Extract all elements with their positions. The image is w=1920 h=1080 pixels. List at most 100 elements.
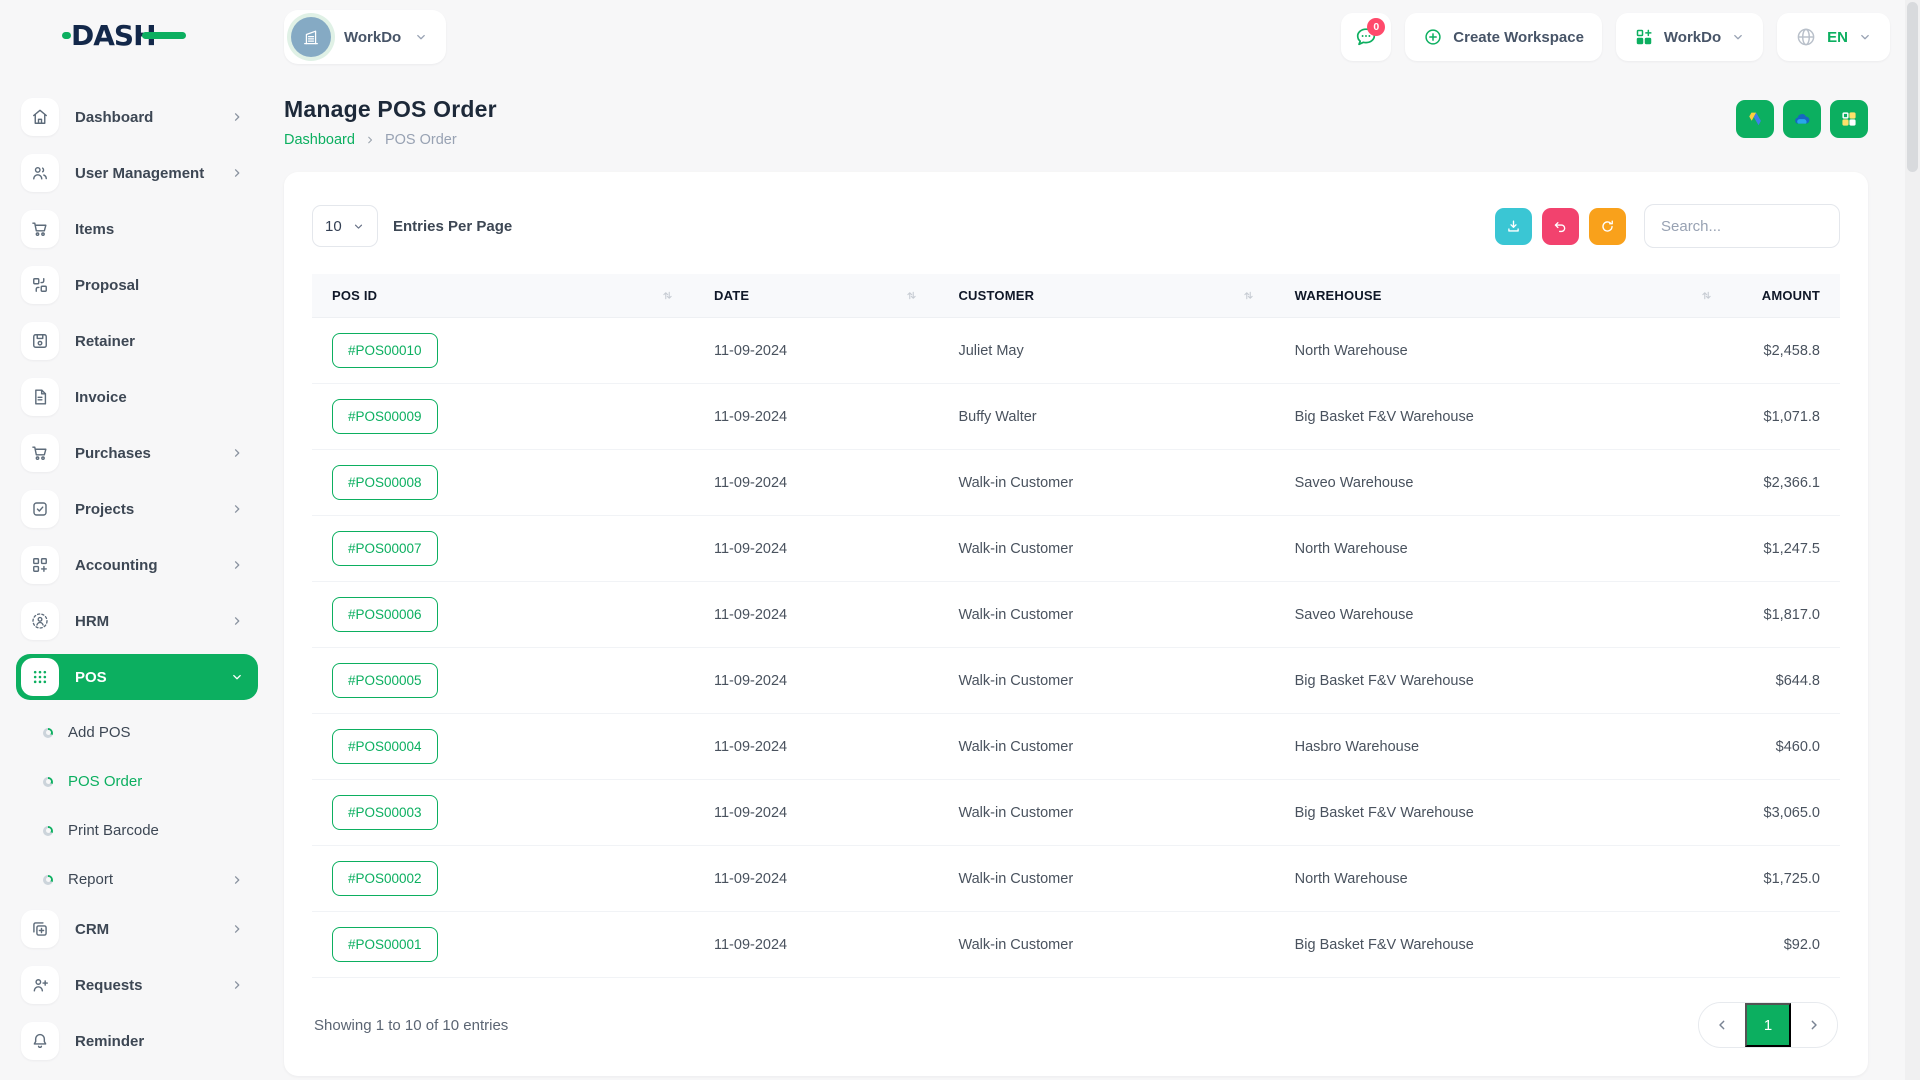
undo-button[interactable] [1542,208,1579,245]
table-row: #POS00005 11-09-2024 Walk-in Customer Bi… [312,648,1840,714]
google-drive-button[interactable] [1736,100,1774,138]
column-header-pos-id[interactable]: POS ID [312,274,694,318]
pos-id-link[interactable]: #POS00007 [332,531,438,566]
sidebar-subitem-print-barcode[interactable]: Print Barcode [16,808,258,853]
chevron-right-icon [230,978,244,992]
topbar: DASH WorkDo 0 Create Workspace WorkDo EN [0,0,1920,74]
column-header-warehouse[interactable]: WAREHOUSE [1275,274,1733,318]
column-header-date[interactable]: DATE [694,274,938,318]
create-workspace-button[interactable]: Create Workspace [1405,13,1602,61]
pos-id-link[interactable]: #POS00003 [332,795,438,830]
sort-icon[interactable] [905,289,918,302]
cell-customer: Walk-in Customer [938,450,1274,516]
cell-amount: $1,071.8 [1733,384,1840,450]
apps-button[interactable] [1830,100,1868,138]
cell-warehouse: Big Basket F&V Warehouse [1275,648,1733,714]
sidebar-item-items[interactable]: Items [16,206,258,252]
pos-id-link[interactable]: #POS00002 [332,861,438,896]
refresh-icon [1599,218,1616,235]
chevron-right-icon [230,110,244,124]
pagination-next-button[interactable] [1791,1003,1837,1047]
breadcrumb-dashboard-link[interactable]: Dashboard [284,132,355,148]
accounting-icon [21,546,59,584]
search-input[interactable] [1644,204,1840,248]
sidebar-item-hrm[interactable]: HRM [16,598,258,644]
sort-icon[interactable] [661,289,674,302]
onedrive-icon [1792,109,1812,129]
language-selector[interactable]: EN [1777,13,1890,61]
cell-date: 11-09-2024 [694,780,938,846]
cell-amount: $644.8 [1733,648,1840,714]
cell-amount: $3,065.0 [1733,780,1840,846]
refresh-button[interactable] [1589,208,1626,245]
table-row: #POS00010 11-09-2024 Juliet May North Wa… [312,318,1840,384]
chevron-right-icon [364,134,376,146]
pos-id-link[interactable]: #POS00010 [332,333,438,368]
sidebar-item-retainer[interactable]: Retainer [16,318,258,364]
sidebar-subitem-add-pos[interactable]: Add POS [16,710,258,755]
cell-date: 11-09-2024 [694,912,938,978]
main-content: Manage POS Order Dashboard POS Order 10 … [284,96,1868,1076]
sidebar-item-pos[interactable]: POS [16,654,258,700]
sidebar-subitem-report[interactable]: Report [16,857,258,902]
cell-amount: $2,366.1 [1733,450,1840,516]
sidebar-item-projects[interactable]: Projects [16,486,258,532]
sort-icon[interactable] [1242,289,1255,302]
pos-id-link[interactable]: #POS00004 [332,729,438,764]
page-title: Manage POS Order [284,96,497,123]
sidebar-subitem-pos-order[interactable]: POS Order [16,759,258,804]
workspace-switcher[interactable]: WorkDo [284,10,446,64]
pos-id-link[interactable]: #POS00009 [332,399,438,434]
sidebar-item-proposal[interactable]: Proposal [16,262,258,308]
export-button[interactable] [1495,208,1532,245]
grid-plus-icon [1634,27,1654,47]
table-row: #POS00004 11-09-2024 Walk-in Customer Ha… [312,714,1840,780]
sidebar-item-label: Retainer [75,333,135,350]
cell-customer: Walk-in Customer [938,912,1274,978]
column-header-amount[interactable]: AMOUNT [1733,274,1840,318]
pagination-page-1[interactable]: 1 [1745,1003,1791,1047]
workdo-menu-button[interactable]: WorkDo [1616,13,1763,61]
entries-per-page-select[interactable]: 10 [312,205,378,247]
table-row: #POS00006 11-09-2024 Walk-in Customer Sa… [312,582,1840,648]
sidebar-nav: Dashboard User Management Items Proposal… [16,94,258,1064]
pos-id-link[interactable]: #POS00008 [332,465,438,500]
requests-icon [21,966,59,1004]
chevron-right-icon [230,922,244,936]
chevron-down-icon [414,30,428,44]
sidebar-item-invoice[interactable]: Invoice [16,374,258,420]
pos-id-link[interactable]: #POS00005 [332,663,438,698]
cell-date: 11-09-2024 [694,582,938,648]
column-header-customer[interactable]: CUSTOMER [938,274,1274,318]
sidebar-item-label: HRM [75,613,109,630]
sidebar-item-purchases[interactable]: Purchases [16,430,258,476]
sidebar-item-label: Projects [75,501,134,518]
page-scrollbar[interactable] [1905,0,1920,1080]
pos-id-link[interactable]: #POS00006 [332,597,438,632]
breadcrumb-current: POS Order [385,132,457,148]
entries-per-page-label: Entries Per Page [393,218,512,235]
pagination-prev-button[interactable] [1699,1003,1745,1047]
chevron-right-icon [1806,1017,1822,1033]
crm-icon [21,910,59,948]
cell-warehouse: Big Basket F&V Warehouse [1275,780,1733,846]
sidebar-item-dashboard[interactable]: Dashboard [16,94,258,140]
sort-icon[interactable] [1700,289,1713,302]
messages-badge: 0 [1367,18,1385,36]
cell-warehouse: Hasbro Warehouse [1275,714,1733,780]
sidebar-item-accounting[interactable]: Accounting [16,542,258,588]
messages-button[interactable]: 0 [1341,13,1391,61]
onedrive-button[interactable] [1783,100,1821,138]
sidebar-item-requests[interactable]: Requests [16,962,258,1008]
sidebar-item-label: Invoice [75,389,127,406]
sidebar-item-label: CRM [75,921,109,938]
chevron-right-icon [230,873,244,887]
sidebar-item-label: Items [75,221,114,238]
app-logo[interactable]: DASH [0,17,284,58]
sidebar-item-crm[interactable]: CRM [16,906,258,952]
sidebar-item-user-management[interactable]: User Management [16,150,258,196]
pos-id-link[interactable]: #POS00001 [332,927,438,962]
sidebar-item-reminder[interactable]: Reminder [16,1018,258,1064]
workspace-name: WorkDo [344,29,401,46]
entries-summary: Showing 1 to 10 of 10 entries [314,1017,508,1034]
